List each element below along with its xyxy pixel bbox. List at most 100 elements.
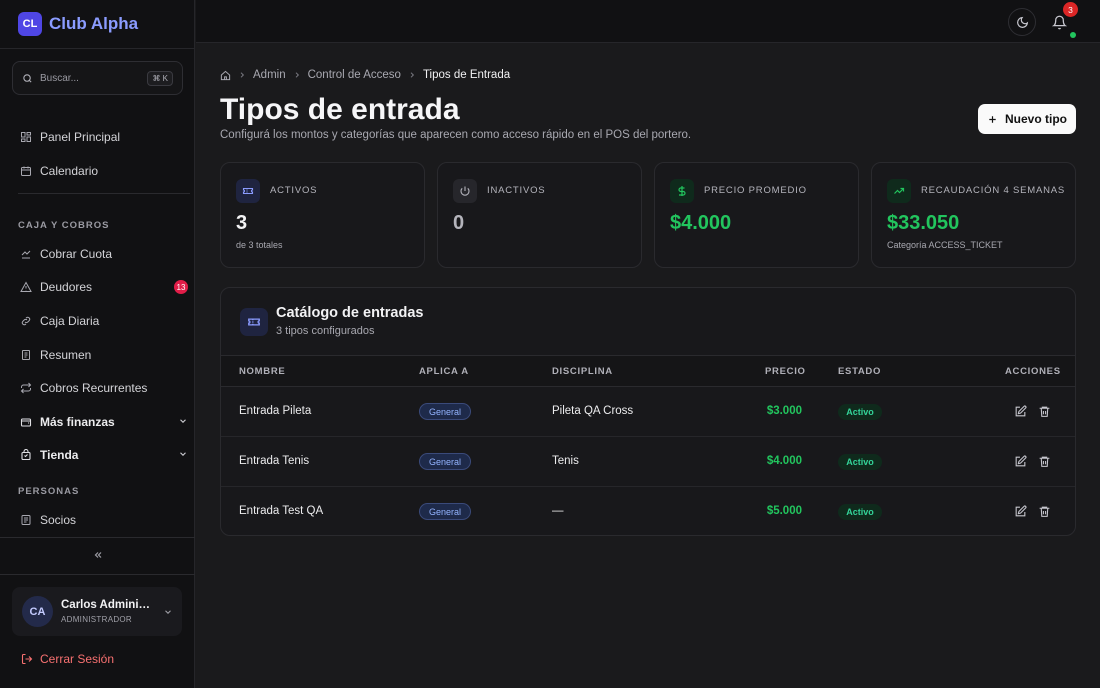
edit-icon[interactable] (1014, 405, 1027, 418)
stat-card-inactivos: INACTIVOS 0 (437, 162, 642, 268)
sidebar-item-deudores[interactable]: Deudores 13 (20, 277, 188, 297)
status-badge: Activo (838, 404, 882, 420)
sidebar-item-label: Socios (40, 513, 77, 527)
sidebar-item-label: Deudores (40, 280, 93, 294)
trash-icon[interactable] (1038, 405, 1051, 418)
sidebar-item-label: Calendario (40, 164, 99, 178)
section-label-personas: PERSONAS (18, 486, 80, 497)
entry-name: Entrada Test QA (239, 505, 324, 517)
user-role: ADMINISTRADOR (61, 615, 133, 624)
trash-icon[interactable] (1038, 505, 1051, 518)
column-header: DISCIPLINA (552, 366, 613, 377)
column-header: APLICA A (419, 366, 469, 377)
home-icon[interactable] (220, 70, 231, 81)
alert-icon (20, 281, 32, 292)
id-card-icon (21, 515, 31, 525)
stat-label: INACTIVOS (487, 185, 546, 196)
logout-label: Cerrar Sesión (40, 652, 115, 666)
dollar-icon (670, 179, 694, 203)
column-header: NOMBRE (239, 366, 286, 377)
sidebar-divider (0, 574, 195, 575)
column-header: PRECIO (765, 366, 806, 377)
entry-discipline: Pileta QA Cross (552, 405, 634, 417)
status-badge: Activo (838, 504, 882, 520)
search-shortcut: ⌘ K (147, 70, 173, 86)
avatar: CA (22, 596, 53, 627)
status-badge: Activo (838, 454, 882, 470)
chevron-down-icon (180, 452, 186, 457)
stat-sub: Categoría ACCESS_TICKET (887, 240, 1003, 250)
sidebar-item-panel-principal[interactable]: Panel Principal (20, 127, 188, 147)
ticket-icon (236, 179, 260, 203)
stat-card-precio-promedio: PRECIO PROMEDIO $4.000 (654, 162, 859, 268)
sidebar-item-resumen[interactable]: Resumen (20, 345, 188, 365)
sidebar-item-label: Tienda (40, 448, 79, 462)
stat-card-recaudacion: RECAUDACIÓN 4 SEMANAS $33.050 Categoría … (871, 162, 1076, 268)
notification-count-badge: 3 (1063, 2, 1078, 17)
search-icon (23, 73, 32, 83)
sidebar-item-caja-diaria[interactable]: Caja Diaria (20, 311, 188, 331)
sidebar-item-label: Caja Diaria (40, 314, 100, 328)
collapse-sidebar-icon[interactable] (90, 549, 106, 561)
brand-logo: CL (18, 12, 42, 36)
brand-name: Club Alpha (49, 14, 139, 33)
bell-icon (1051, 15, 1067, 29)
sidebar: CL Club Alpha Buscar... ⌘ K Panel Princi… (0, 0, 195, 688)
sidebar-divider (0, 537, 195, 538)
user-menu[interactable]: CA Carlos Administrador ADMINISTRADOR (12, 587, 182, 636)
stat-label: PRECIO PROMEDIO (704, 185, 807, 196)
sidebar-item-calendario[interactable]: Calendario (20, 161, 188, 181)
chevron-right-icon (295, 72, 299, 78)
stat-value: $4.000 (670, 212, 732, 234)
stat-card-activos: ACTIVOS 3 de 3 totales (220, 162, 425, 268)
applies-badge: General (419, 453, 471, 470)
entry-price: $5.000 (766, 505, 802, 517)
breadcrumb-link-admin[interactable]: Admin (253, 69, 286, 81)
theme-toggle-button[interactable] (1008, 8, 1036, 36)
breadcrumb: Admin Control de Acceso Tipos de Entrada (220, 68, 510, 82)
power-icon (453, 179, 477, 203)
ticket-icon (240, 308, 268, 336)
sidebar-divider (0, 48, 195, 49)
logout-button[interactable]: Cerrar Sesión (21, 652, 114, 666)
table-header: NOMBRE APLICA A DISCIPLINA PRECIO ESTADO… (221, 355, 1075, 387)
sidebar-divider (18, 193, 190, 194)
new-type-button[interactable]: Nuevo tipo (978, 104, 1076, 134)
user-name: Carlos Administrador (61, 599, 153, 611)
edit-icon[interactable] (1014, 455, 1027, 468)
calendar-icon (21, 166, 31, 176)
logout-icon (21, 653, 33, 665)
entry-name: Entrada Tenis (239, 455, 310, 467)
catalog-card: Catálogo de entradas 3 tipos configurado… (220, 287, 1076, 536)
sidebar-item-cobros-recurrentes[interactable]: Cobros Recurrentes (20, 378, 188, 398)
table-row: Entrada Pileta General Pileta QA Cross $… (221, 387, 1075, 437)
chevron-down-icon (180, 419, 186, 424)
sidebar-item-cobrar-cuota[interactable]: Cobrar Cuota (20, 244, 188, 264)
topbar (196, 0, 1100, 43)
entry-name: Entrada Pileta (239, 405, 312, 417)
sidebar-item-label: Cobros Recurrentes (40, 381, 148, 395)
receipt-icon (22, 350, 30, 360)
chevron-down-icon (165, 610, 171, 615)
entry-discipline: Tenis (552, 455, 579, 467)
breadcrumb-current: Tipos de Entrada (422, 69, 511, 81)
table-row: Entrada Tenis General Tenis $4.000 Activ… (221, 437, 1075, 487)
trash-icon[interactable] (1038, 455, 1051, 468)
stat-label: RECAUDACIÓN 4 SEMANAS (921, 185, 1066, 196)
edit-icon[interactable] (1014, 505, 1027, 518)
applies-badge: General (419, 403, 471, 420)
breadcrumb-link-control-acceso[interactable]: Control de Acceso (308, 69, 401, 81)
sidebar-group-tienda[interactable]: Tienda (20, 445, 188, 465)
wallet-icon (21, 316, 31, 326)
page-subtitle: Configurá los montos y categorías que ap… (220, 129, 692, 141)
stat-sub: de 3 totales (236, 240, 283, 250)
brand[interactable]: CL Club Alpha (18, 12, 138, 36)
stat-label: ACTIVOS (270, 185, 318, 196)
sidebar-item-socios[interactable]: Socios (20, 510, 188, 530)
online-status-dot (1070, 32, 1076, 38)
trending-up-icon (887, 179, 911, 203)
dashboard-icon (21, 132, 31, 142)
search-input[interactable]: Buscar... ⌘ K (12, 61, 183, 95)
sidebar-group-mas-finanzas[interactable]: Más finanzas (20, 412, 188, 432)
column-header: ACCIONES (1005, 366, 1061, 377)
